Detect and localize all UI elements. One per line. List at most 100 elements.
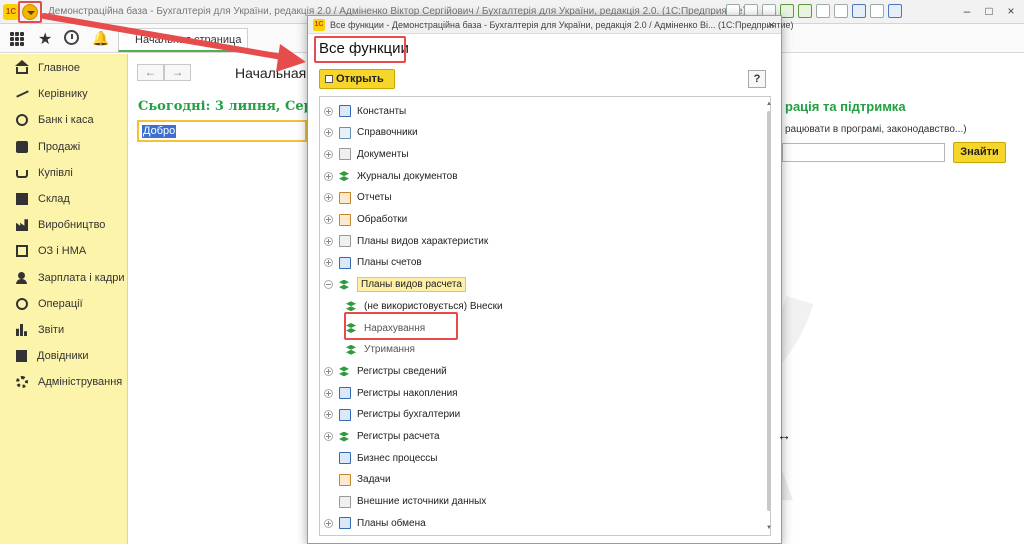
highlight-main-menu	[18, 1, 42, 23]
tree-item[interactable]: Документы	[324, 145, 409, 163]
open-button-label: Открыть	[336, 73, 384, 85]
calculator-icon[interactable]	[816, 4, 830, 18]
sidebar-item[interactable]: Довідники	[0, 343, 128, 369]
dialog-close-icon[interactable]: ×	[768, 18, 775, 32]
reports-icon	[339, 191, 351, 204]
sidebar-item[interactable]: Адміністрування	[0, 369, 128, 395]
tree-item[interactable]: Регистры расчета	[324, 428, 440, 446]
tree-item[interactable]: Справочники	[324, 124, 418, 142]
business-process-icon	[339, 452, 351, 465]
calc-types-icon	[339, 279, 351, 291]
sidebar-item[interactable]: Главное	[0, 55, 128, 81]
tree-item[interactable]: Планы счетов	[324, 254, 422, 272]
sidebar-item-label: Виробництво	[38, 219, 106, 232]
tree-item-label: Отчеты	[357, 192, 392, 204]
sidebar-item-label: Купівлі	[38, 166, 73, 179]
highlight-accruals-item	[344, 312, 458, 340]
calendar-icon[interactable]	[798, 4, 812, 18]
exchange-plans-icon	[339, 517, 351, 530]
back-button[interactable]: ←	[137, 64, 164, 81]
highlight-dialog-heading	[314, 36, 406, 63]
greeting-field[interactable]: Добро	[137, 120, 307, 142]
sidebar-item[interactable]: Склад	[0, 186, 128, 212]
tree-item[interactable]: Регистры накопления	[324, 384, 458, 402]
spreadsheet-icon[interactable]	[780, 4, 794, 18]
history-icon[interactable]	[64, 30, 79, 45]
tree-item-label: Регистры сведений	[357, 365, 447, 377]
tree-item[interactable]: Регистры бухгалтерии	[324, 406, 460, 424]
sidebar-item[interactable]: ОЗ і НМА	[0, 238, 128, 264]
people-icon	[16, 271, 28, 284]
expand-icon[interactable]	[324, 106, 333, 116]
tree-item[interactable]: Планы видов расчета	[324, 276, 466, 294]
expand-icon[interactable]	[324, 432, 333, 441]
sidebar-item[interactable]: Зарплата і кадри	[0, 265, 128, 291]
tree-item-label: Планы счетов	[357, 257, 422, 269]
bag-icon	[16, 140, 28, 153]
tree-item[interactable]: Отчеты	[324, 189, 392, 207]
expand-icon[interactable]	[324, 171, 333, 181]
memory-icon[interactable]	[834, 4, 848, 18]
home-icon	[15, 59, 29, 74]
maximize-icon[interactable]: □	[982, 4, 996, 18]
expand-icon[interactable]	[324, 410, 333, 420]
coin-icon	[16, 114, 28, 127]
tab-home-page[interactable]: Начальная страница	[118, 28, 248, 52]
tree-item[interactable]: Регистры сведений	[324, 362, 447, 380]
sidebar-item-label: Склад	[38, 193, 70, 205]
tree-item[interactable]: Планы обмена	[324, 514, 426, 532]
tree-item[interactable]: Константы	[324, 102, 406, 120]
tools-icon[interactable]	[870, 4, 884, 18]
tree-item-label: Регистры расчета	[357, 431, 440, 442]
sidebar-item[interactable]: Звіти	[0, 317, 128, 343]
tree-item[interactable]: Утримання	[346, 341, 415, 359]
tree-item-label: Планы видов расчета	[357, 277, 466, 293]
tree-item[interactable]: Обработки	[324, 211, 407, 229]
sidebar-item[interactable]: Банк і каса	[0, 107, 128, 133]
bar-chart-icon	[16, 324, 28, 336]
sidebar-item[interactable]: Керівнику	[0, 81, 128, 107]
tree-item-label: Планы обмена	[357, 517, 426, 529]
sidebar-item[interactable]: Операції	[0, 291, 128, 317]
tree-item[interactable]: Бизнес процессы	[324, 449, 438, 467]
expand-icon[interactable]	[324, 258, 333, 268]
expand-icon[interactable]	[324, 388, 333, 398]
collapse-icon[interactable]	[324, 280, 333, 290]
tree-item[interactable]: Внешние источники данных	[324, 493, 486, 511]
favorites-star-icon[interactable]: ★	[38, 29, 52, 49]
tree-scrollbar[interactable]: ▲ ▼	[766, 101, 772, 531]
sidebar-item[interactable]: Продажі	[0, 134, 128, 160]
minimize-icon[interactable]: –	[960, 4, 974, 18]
sidebar-item-label: Зарплата і кадри	[38, 271, 125, 284]
help-button[interactable]: ?	[748, 70, 766, 88]
expand-icon[interactable]	[324, 236, 333, 246]
open-button[interactable]: Открыть	[319, 69, 395, 89]
expand-icon[interactable]	[324, 128, 333, 138]
notifications-bell-icon[interactable]: 🔔	[92, 30, 109, 47]
scroll-down-icon[interactable]: ▼	[766, 525, 772, 531]
dialog-logo-icon: 1С	[313, 19, 325, 31]
expand-icon[interactable]	[324, 518, 333, 528]
support-search-input[interactable]	[782, 143, 945, 162]
tree-item[interactable]: Журналы документов	[324, 167, 458, 185]
expand-icon[interactable]	[324, 149, 333, 159]
find-button[interactable]: Знайти	[953, 142, 1006, 163]
accounts-icon	[339, 256, 351, 269]
info-icon[interactable]	[888, 4, 902, 18]
tree-item[interactable]: Задачи	[324, 471, 391, 489]
tree-item[interactable]: Планы видов характеристик	[324, 232, 488, 250]
close-icon[interactable]: ×	[1004, 4, 1018, 18]
sidebar-item-label: ОЗ і НМА	[38, 245, 87, 258]
sidebar-item[interactable]: Виробництво	[0, 212, 128, 238]
expand-icon[interactable]	[324, 366, 333, 376]
scroll-up-icon[interactable]: ▲	[766, 101, 772, 107]
forward-button[interactable]: →	[164, 64, 191, 81]
catalogs-icon	[339, 126, 351, 139]
apps-grid-icon[interactable]	[10, 32, 24, 46]
expand-icon[interactable]	[324, 193, 333, 203]
tree-item-label: Константы	[357, 105, 407, 117]
sidebar-item[interactable]: Купівлі	[0, 160, 128, 186]
window-layout-icon[interactable]	[852, 4, 866, 18]
expand-icon[interactable]	[324, 215, 333, 224]
scroll-thumb[interactable]	[767, 111, 771, 511]
